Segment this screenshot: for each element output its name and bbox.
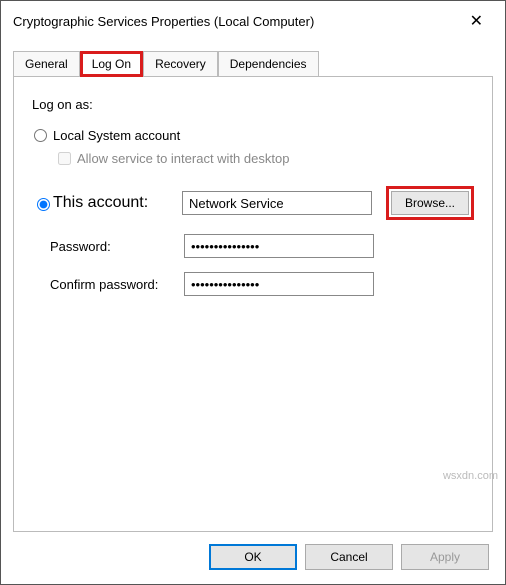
interact-checkbox [58, 152, 71, 165]
password-label: Password: [32, 239, 184, 254]
confirm-row: Confirm password: [32, 272, 474, 296]
tab-strip: General Log On Recovery Dependencies [13, 51, 493, 76]
tabs-container: General Log On Recovery Dependencies Log… [1, 39, 505, 532]
local-system-label[interactable]: Local System account [53, 128, 180, 143]
local-system-row: Local System account [32, 128, 474, 143]
tab-general[interactable]: General [13, 51, 80, 77]
cancel-button[interactable]: Cancel [305, 544, 393, 570]
apply-button: Apply [401, 544, 489, 570]
account-input[interactable] [182, 191, 372, 215]
interact-label: Allow service to interact with desktop [77, 151, 289, 166]
logon-as-label: Log on as: [32, 97, 474, 112]
tab-recovery[interactable]: Recovery [143, 51, 218, 77]
password-row: Password: [32, 234, 474, 258]
confirm-label: Confirm password: [32, 277, 184, 292]
ok-button[interactable]: OK [209, 544, 297, 570]
browse-button[interactable]: Browse... [391, 191, 469, 215]
window-title: Cryptographic Services Properties (Local… [13, 14, 314, 29]
password-input[interactable] [184, 234, 374, 258]
logon-panel: Log on as: Local System account Allow se… [13, 76, 493, 532]
dialog-buttons: OK Cancel Apply [1, 532, 505, 584]
tab-dependencies[interactable]: Dependencies [218, 51, 319, 77]
this-account-row: This account: Browse... [32, 186, 474, 220]
properties-dialog: Cryptographic Services Properties (Local… [0, 0, 506, 585]
watermark: wsxdn.com [443, 470, 498, 482]
this-account-label[interactable]: This account: [53, 194, 148, 212]
browse-highlight: Browse... [386, 186, 474, 220]
local-system-radio[interactable] [34, 129, 47, 142]
close-icon[interactable]: ✕ [460, 9, 493, 33]
this-account-radio[interactable] [37, 198, 50, 211]
confirm-input[interactable] [184, 272, 374, 296]
interact-row: Allow service to interact with desktop [58, 151, 474, 166]
titlebar: Cryptographic Services Properties (Local… [1, 1, 505, 39]
tab-logon[interactable]: Log On [80, 51, 143, 77]
